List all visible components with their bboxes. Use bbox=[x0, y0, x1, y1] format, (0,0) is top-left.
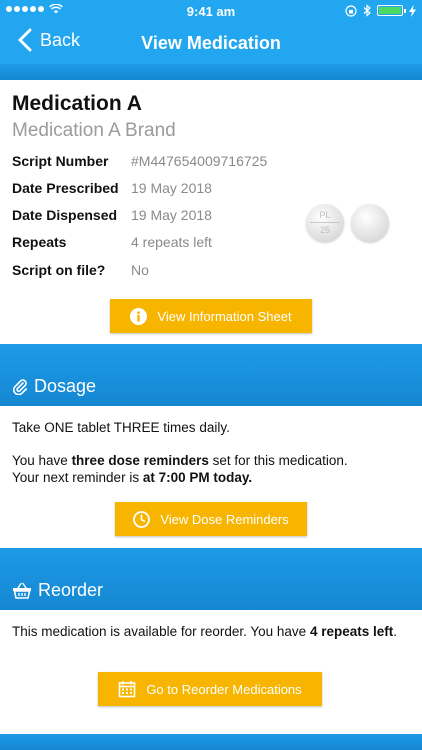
detail-value: No bbox=[131, 262, 149, 278]
detail-value: 19 May 2018 bbox=[131, 180, 212, 196]
detail-label: Script Number bbox=[12, 153, 109, 169]
status-bar: 9:41 am bbox=[0, 0, 422, 22]
go-to-reorder-medications-button[interactable]: Go to Reorder Medications bbox=[98, 672, 322, 706]
medication-card: Medication A Medication A Brand Script N… bbox=[0, 80, 422, 344]
reorder-title: Reorder bbox=[12, 580, 103, 601]
paperclip-icon bbox=[13, 379, 27, 395]
basket-icon bbox=[13, 582, 31, 599]
medication-brand: Medication A Brand bbox=[12, 120, 176, 141]
dosage-card: Take ONE tablet THREE times daily. You h… bbox=[0, 406, 422, 548]
repeats-left: 4 repeats left bbox=[309, 624, 394, 639]
view-dose-reminders-button[interactable]: View Dose Reminders bbox=[115, 502, 307, 536]
detail-label: Date Dispensed bbox=[12, 207, 118, 223]
detail-label: Script on file? bbox=[12, 262, 106, 278]
detail-value: 19 May 2018 bbox=[131, 207, 212, 223]
bluetooth-icon bbox=[363, 4, 371, 17]
clock-icon bbox=[133, 510, 151, 528]
reorder-header: Reorder bbox=[0, 548, 422, 610]
dosage-title: Dosage bbox=[12, 376, 96, 397]
dosage-instruction: Take ONE tablet THREE times daily. bbox=[12, 420, 230, 435]
detail-value: #M447654009716725 bbox=[131, 153, 268, 169]
bottom-band bbox=[0, 734, 422, 750]
page-title: View Medication bbox=[141, 33, 281, 53]
calendar-icon bbox=[119, 681, 136, 698]
medication-name: Medication A bbox=[12, 92, 142, 115]
dose-reminder-text: You have three dose reminders set for th… bbox=[12, 453, 348, 468]
button-label: Go to Reorder Medications bbox=[146, 681, 302, 697]
pill-front-image: PL 25 bbox=[306, 204, 344, 242]
reminder-count: three dose reminders bbox=[71, 453, 209, 468]
pill-imprint-bottom: 25 bbox=[319, 225, 330, 235]
dosage-header: Dosage bbox=[0, 344, 422, 406]
reorder-title-label: Reorder bbox=[38, 580, 104, 600]
charging-icon bbox=[409, 4, 416, 17]
navigation-bar: Back View Medication bbox=[0, 22, 422, 64]
rotation-lock-icon bbox=[345, 4, 357, 17]
detail-value: 4 repeats left bbox=[131, 234, 212, 250]
button-label: View Dose Reminders bbox=[160, 511, 289, 527]
detail-label: Date Prescribed bbox=[12, 180, 119, 196]
next-reminder-text: Your next reminder is at 7:00 PM today. bbox=[12, 470, 253, 485]
reorder-text: This medication is available for reorder… bbox=[12, 624, 397, 639]
button-label: View Information Sheet bbox=[157, 308, 292, 324]
next-reminder-time: at 7:00 PM today. bbox=[142, 470, 253, 485]
info-icon bbox=[130, 307, 148, 325]
pill-back-image bbox=[351, 204, 389, 242]
pill-imprint-top: PL bbox=[319, 210, 331, 220]
dosage-title-label: Dosage bbox=[34, 376, 97, 396]
battery-icon bbox=[377, 5, 406, 16]
reorder-card: This medication is available for reorder… bbox=[0, 610, 422, 734]
view-information-sheet-button[interactable]: View Information Sheet bbox=[110, 299, 312, 333]
detail-label: Repeats bbox=[12, 234, 67, 250]
section-divider bbox=[0, 64, 422, 80]
